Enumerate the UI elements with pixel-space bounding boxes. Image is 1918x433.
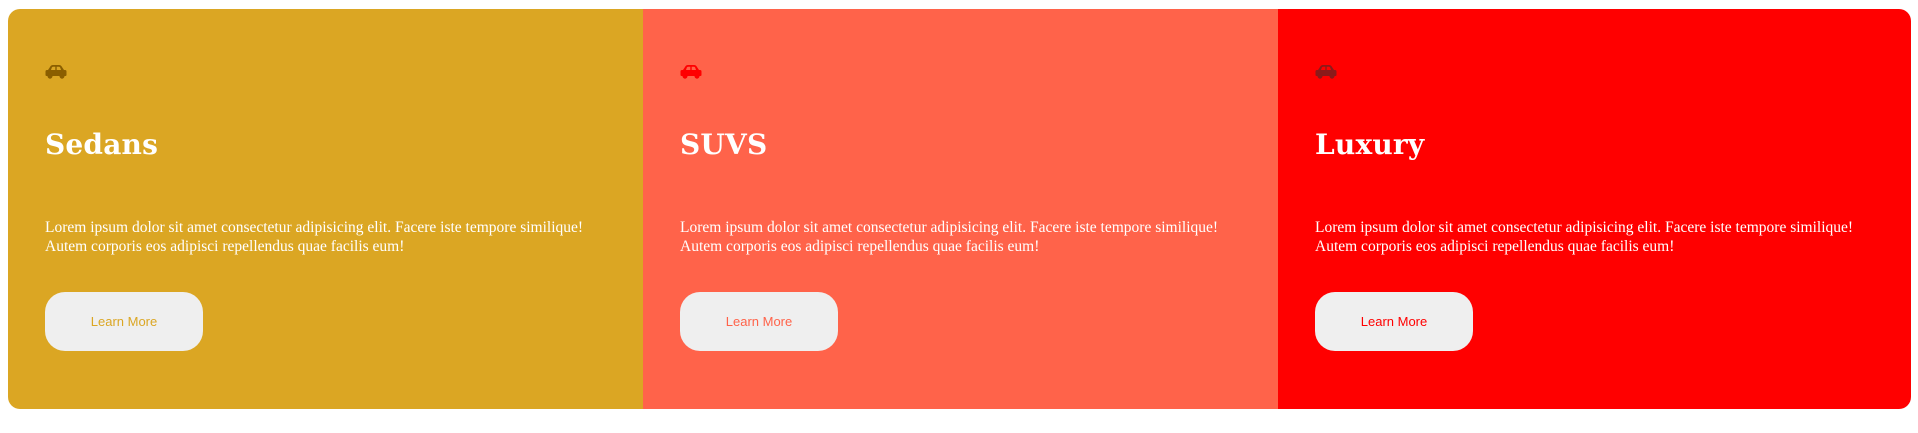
- card-title: Sedans: [45, 128, 159, 161]
- card-sedans: Sedans Lorem ipsum dolor sit amet consec…: [8, 9, 643, 409]
- card-suvs: SUVS Lorem ipsum dolor sit amet consecte…: [643, 9, 1278, 409]
- card-group: Sedans Lorem ipsum dolor sit amet consec…: [8, 9, 1911, 409]
- card-title: Luxury: [1315, 128, 1425, 161]
- car-icon: [1315, 64, 1337, 80]
- card-description: Lorem ipsum dolor sit amet consectetur a…: [45, 219, 584, 255]
- learn-more-button[interactable]: Learn More: [1315, 292, 1473, 351]
- car-icon: [680, 64, 702, 80]
- card-description: Lorem ipsum dolor sit amet consectetur a…: [680, 219, 1219, 255]
- card-luxury: Luxury Lorem ipsum dolor sit amet consec…: [1278, 9, 1911, 409]
- learn-more-button[interactable]: Learn More: [680, 292, 838, 351]
- car-icon: [45, 64, 67, 80]
- learn-more-button[interactable]: Learn More: [45, 292, 203, 351]
- card-description: Lorem ipsum dolor sit amet consectetur a…: [1315, 219, 1854, 255]
- card-title: SUVS: [680, 128, 768, 161]
